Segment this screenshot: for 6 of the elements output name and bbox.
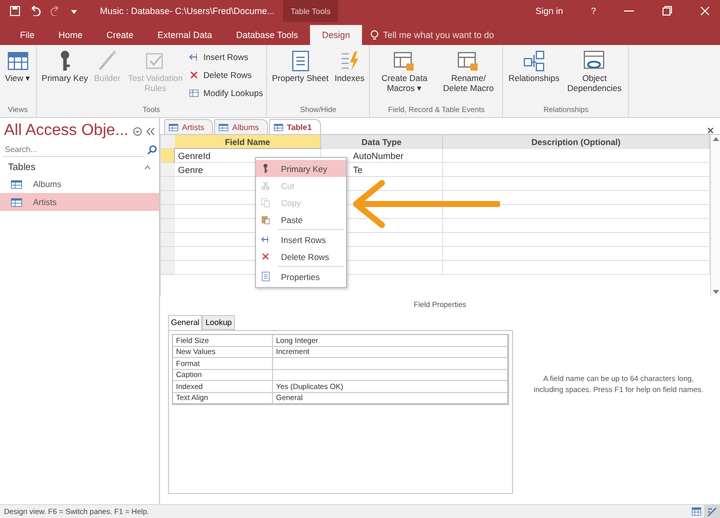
pane-title: All Access Obje... xyxy=(4,122,128,140)
window-title: Music : Database- C:\Users\Fred\Docume... xyxy=(100,6,275,16)
column-header: Description (Optional) xyxy=(443,135,710,149)
column-header: Data Type xyxy=(321,135,443,149)
column-header: Field Name xyxy=(175,135,321,149)
context-label: Table Tools xyxy=(282,0,338,22)
